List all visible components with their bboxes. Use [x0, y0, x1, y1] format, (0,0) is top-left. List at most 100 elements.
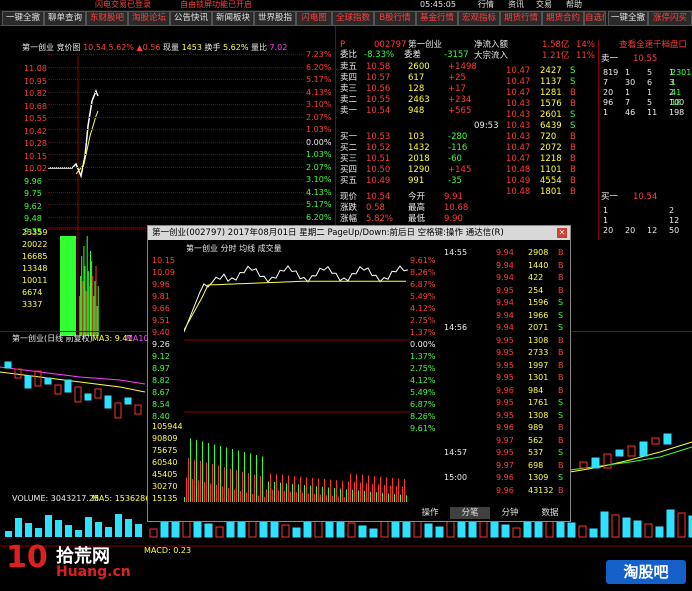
menu-news[interactable]: 资讯 [508, 0, 524, 10]
tick-row: 10.43 1576 B [474, 99, 598, 109]
popup-tick-volume: 1308 [528, 410, 549, 420]
big-inflow-value: 1.21亿 [542, 51, 570, 61]
popup-volume-bar [194, 459, 195, 502]
depth-sell-extra: 18 [671, 98, 682, 107]
popup-volume-bar [316, 486, 317, 502]
logo-digits: 10 [6, 540, 48, 575]
popup-volume-bar [368, 475, 369, 502]
buy-price: 10.53 [366, 132, 391, 142]
depth-sell-cell: 7 [603, 78, 609, 87]
popup-tick-price: 9.95 [496, 348, 514, 357]
futures-contract-button[interactable]: 期货合约 [542, 11, 584, 26]
menu-trade[interactable]: 交易 [536, 0, 552, 10]
tick-price: 10.43 [506, 110, 531, 120]
tab-minutes[interactable]: 分钟 [490, 507, 530, 519]
fund-quote-button[interactable]: 基金行情 [416, 11, 458, 26]
popup-volume-bar [378, 484, 379, 502]
popup-tick-time: 14:55 [444, 248, 468, 257]
popup-volume-bar [348, 481, 349, 502]
tick-row: 10.47 1218 B [474, 154, 598, 164]
popup-chart-svg [184, 265, 410, 502]
auction-volume-bar [85, 291, 87, 336]
tick-volume: 1218 [540, 154, 562, 164]
popup-price-tick: 9.26 [152, 340, 170, 349]
limit-up-buy-button[interactable]: 涨停闪买 [648, 11, 692, 26]
popup-tick-price: 9.94 [496, 298, 514, 307]
popup-tick-price: 9.94 [496, 248, 514, 257]
history-minute-popup[interactable]: 第一创业(002797) 2017年08月01日 星期二 PageUp/Down… [147, 225, 571, 522]
kline-volume-bar [149, 528, 158, 538]
grid-line [48, 216, 304, 218]
popup-price-tick: 8.82 [152, 376, 170, 385]
popup-volume-bar [330, 479, 331, 502]
tick-side: B [570, 143, 576, 153]
depth-buy-cell: 50 [669, 226, 680, 235]
news-sector-button[interactable]: 新闻板块 [212, 11, 254, 26]
order-query-button[interactable]: 聊单查询 [44, 11, 86, 26]
full-depth-button[interactable]: 查看全速千档盘口 [619, 40, 687, 50]
menu-help[interactable]: 帮助 [566, 0, 582, 10]
kline-volume-bar [358, 525, 367, 538]
tab-ticks[interactable]: 分笔 [450, 507, 490, 519]
kline-candle [4, 361, 12, 369]
popup-titlebar[interactable]: 第一创业(002797) 2017年08月01日 星期二 PageUp/Down… [148, 226, 570, 240]
tick-price: 10.43 [506, 132, 531, 142]
b-share-button[interactable]: B股行情 [374, 11, 416, 26]
tab-data[interactable]: 数据 [530, 507, 570, 519]
futures-quote-button[interactable]: 期货行情 [500, 11, 542, 26]
popup-pct-tick: 9.61% [410, 256, 436, 265]
popup-price-tick: 10.15 [152, 256, 175, 265]
kline-volume-bar-left [95, 522, 102, 537]
popup-volume-bar [388, 493, 389, 502]
popup-volume-bar [218, 465, 219, 502]
popup-tick-time: 14:57 [444, 448, 468, 457]
depth-sell-cell: 198 [669, 108, 685, 117]
stat-value: 10.54 [366, 192, 391, 202]
stat-value: 0.58 [366, 203, 385, 213]
tick-volume: 1101 [540, 165, 562, 175]
depth-buy-cell: 12 [669, 216, 680, 225]
cancel-all-button[interactable]: 一键全撤 [2, 11, 44, 26]
big-inflow-label: 大宗流入 [474, 51, 509, 61]
auction-pct-tick: 7.23% [306, 50, 332, 59]
sell-price: 10.56 [366, 84, 391, 94]
auction-volume-tick: 10011 [22, 276, 48, 285]
sell-level-label: 卖四 [340, 73, 358, 83]
popup-volume-bar [366, 483, 367, 502]
logo-en: Huang.cn [56, 564, 131, 580]
popup-pct-tick: 2.75% [410, 364, 436, 373]
depth-sell-cell: 1 [647, 88, 653, 97]
global-index-button[interactable]: 全球指数 [332, 11, 374, 26]
macro-indicator-button[interactable]: 宏观指标 [458, 11, 500, 26]
kline-volume-bar-left [65, 525, 72, 537]
taoguba-forum-button[interactable]: 淘股论坛 [128, 11, 170, 26]
eastmoney-forum-button[interactable]: 东财股吧 [86, 11, 128, 26]
auction-volume-bar [84, 266, 86, 336]
stat-row: 涨跌 0.58 最高 10.68 [340, 203, 474, 213]
tick-side: B [570, 187, 576, 197]
popup-volume-bar [230, 468, 231, 502]
popup-volume-bar [346, 489, 347, 502]
popup-tick-volume: 984 [528, 385, 544, 395]
announcements-button[interactable]: 公告快讯 [170, 11, 212, 26]
buy-volume: 991 [408, 176, 425, 186]
popup-volume-tick: 105944 [152, 422, 183, 431]
buy-level-label: 买五 [340, 176, 358, 186]
tab-operate[interactable]: 操作 [410, 507, 450, 519]
popup-tick-side: B [558, 260, 564, 270]
tick-row: 10.48 1101 B [474, 165, 598, 175]
close-icon[interactable]: ✕ [557, 228, 567, 238]
world-index-button[interactable]: 世界股指 [254, 11, 296, 26]
sell-level-label: 卖一 [340, 106, 358, 116]
auction-volume-tick: 16685 [22, 252, 48, 261]
buy-volume: 1290 [408, 165, 430, 175]
watchlist-button[interactable]: 自选信息 [584, 11, 606, 26]
menu-quote[interactable]: 行情 [478, 0, 494, 10]
popup-volume-bar [206, 462, 207, 502]
cancel-all-button-right[interactable]: 一键全撤 [608, 11, 648, 26]
lightning-chart-button[interactable]: 闪电图 [296, 11, 332, 26]
popup-volume-bar [202, 441, 203, 502]
popup-pct-tick: 6.87% [410, 280, 436, 289]
popup-price-tick: 9.51 [152, 316, 170, 325]
popup-volume-tick: 75675 [152, 446, 178, 455]
